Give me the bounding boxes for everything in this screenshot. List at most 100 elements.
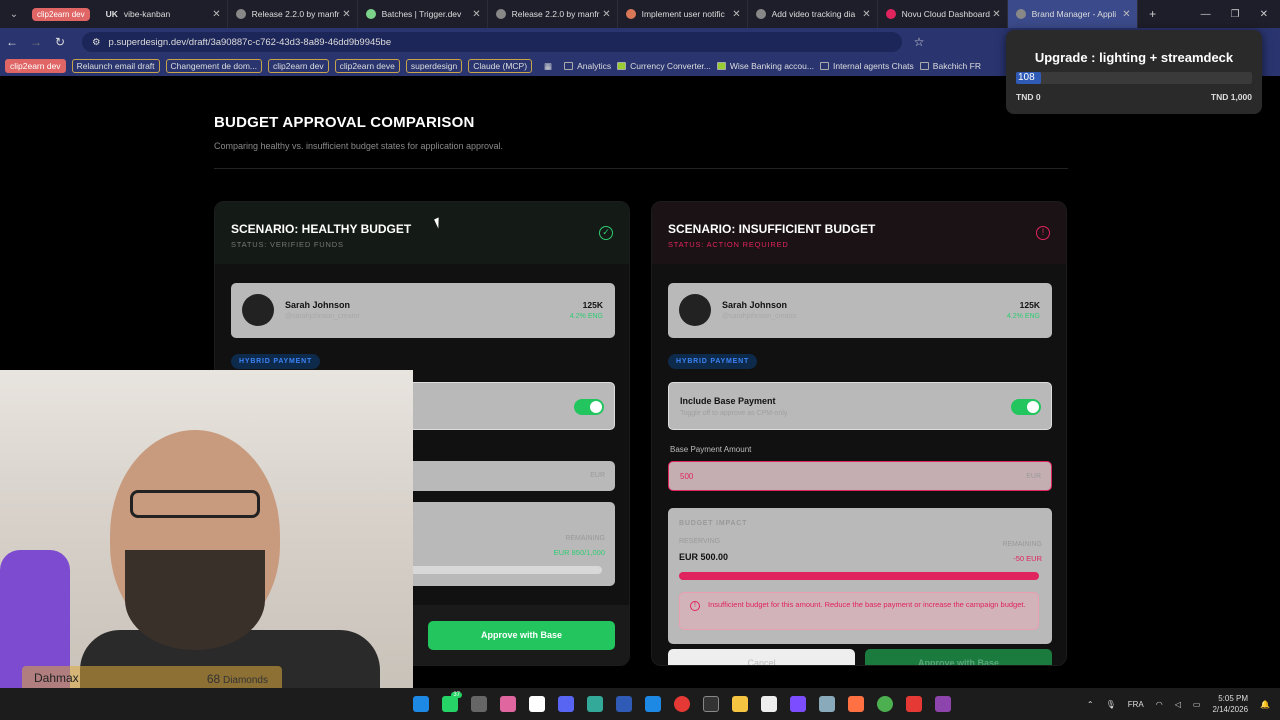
app-icon[interactable] [616,696,632,712]
tab-label: Brand Manager - Appli [1031,9,1117,19]
terminal-icon[interactable] [703,696,719,712]
close-icon[interactable]: ✕ [342,9,350,20]
bookmark-chip[interactable]: clip2earn dev [268,59,329,73]
maximize-icon[interactable]: ❐ [1231,9,1240,20]
approve-with-base-button[interactable]: Approve with Base [428,621,615,650]
clock[interactable]: 5:05 PM 2/14/2026 [1212,693,1248,715]
vscode-icon[interactable] [645,696,661,712]
approve-with-base-button[interactable]: Approve with Base [865,649,1052,665]
discord-icon[interactable] [558,696,574,712]
novu-icon [885,9,896,19]
progress-fill [679,572,1039,580]
app-icon[interactable] [819,696,835,712]
url-input[interactable]: ⚙ p.superdesign.dev/draft/3a90887c-c762-… [82,32,902,52]
bookmark-link[interactable]: Wise Banking accou... [716,61,814,71]
notion-icon[interactable] [529,696,545,712]
goal-max-label: TND 1,000 [1210,92,1252,102]
app-icon[interactable] [761,696,777,712]
folder-icon[interactable] [732,696,748,712]
close-icon[interactable]: ✕ [1122,9,1130,20]
app-icon[interactable] [848,696,864,712]
tab-batches-trigger[interactable]: Batches | Trigger.dev ✕ [358,0,488,28]
star-icon[interactable]: ☆ [907,35,931,49]
new-tab-icon[interactable]: + [1138,7,1168,21]
streamer-name: Dahmax [34,671,79,685]
language-indicator[interactable]: FRA [1128,700,1144,709]
app-icon[interactable] [500,696,516,712]
app-icon[interactable] [906,696,922,712]
bookmark-folder[interactable]: Bakchich FR [919,61,981,71]
close-icon[interactable]: ✕ [732,9,740,20]
close-icon[interactable]: ✕ [472,9,480,20]
back-icon[interactable]: ← [0,35,24,49]
alert-text: Insufficient budget for this amount. Red… [708,600,1026,609]
donation-goal-overlay: Upgrade : lighting + streamdeck 108 TND … [1006,30,1262,114]
card-status: STATUS: VERIFIED FUNDS [231,240,344,249]
chrome-icon[interactable] [877,696,893,712]
reload-icon[interactable]: ↻ [48,35,72,49]
close-icon[interactable]: ✕ [602,9,610,20]
claude-icon [625,9,636,19]
streamer-glasses [130,490,260,518]
wifi-icon[interactable]: ◠ [1156,700,1163,709]
chevron-up-icon[interactable]: ⌃ [1087,700,1094,709]
obsidian-icon[interactable] [790,696,806,712]
diamonds-count: 68 Diamonds [207,672,268,686]
tab-implement-notifications[interactable]: Implement user notific ✕ [618,0,748,28]
bookmark-chip[interactable]: superdesign [405,59,463,73]
tab-release-2[interactable]: Release 2.2.0 by manfr ✕ [488,0,618,28]
apps-grid-icon[interactable]: ▦ [544,61,552,72]
app-icon[interactable] [413,696,429,712]
bookmark-chip[interactable]: clip2earn dev [5,59,66,73]
engagement-rate: 4.2% ENG [1006,313,1040,320]
bookmark-chip[interactable]: Claude (MCP) [468,59,533,73]
card-header: SCENARIO: INSUFFICIENT BUDGET STATUS: AC… [652,202,1066,264]
insufficient-budget-card: SCENARIO: INSUFFICIENT BUDGET STATUS: AC… [651,201,1067,666]
app-icon[interactable] [471,696,487,712]
card-status: STATUS: ACTION REQUIRED [668,240,789,249]
tab-brand-manager[interactable]: Brand Manager - Appli ✕ [1007,0,1138,28]
card-title: SCENARIO: HEALTHY BUDGET [231,222,412,236]
close-icon[interactable]: ✕ [862,9,870,20]
reserving-value: EUR 500.00 [679,552,729,562]
notifications-icon[interactable]: 🔔 [1260,700,1270,709]
page-title: BUDGET APPROVAL COMPARISON [214,114,475,131]
close-icon[interactable]: ✕ [992,9,1000,20]
close-window-icon[interactable]: ✕ [1260,9,1268,20]
base-amount-input[interactable]: 500 EUR [668,461,1052,491]
tab-novu-dashboard[interactable]: Novu Cloud Dashboard ✕ [878,0,1008,28]
card-title: SCENARIO: INSUFFICIENT BUDGET [668,222,876,236]
site-info-icon[interactable]: ⚙ [92,37,101,48]
mic-icon[interactable]: 🎙 [1106,700,1116,709]
currency-label: EUR [1026,473,1041,480]
bookmark-folder[interactable]: Internal agents Chats [819,61,914,71]
chrome-icon[interactable] [674,696,690,712]
tab-search-icon[interactable]: ⌄ [0,9,28,20]
github-icon[interactable] [935,696,951,712]
bookmark-chip[interactable]: clip2earn deve [334,59,400,73]
tab-group-chip[interactable]: clip2earn dev [32,7,90,21]
include-base-toggle[interactable] [1011,399,1041,415]
close-icon[interactable]: ✕ [212,9,220,20]
forward-icon[interactable]: → [24,35,48,49]
minimize-icon[interactable]: — [1201,9,1211,20]
bookmark-link[interactable]: Currency Converter... [617,61,711,71]
tab-add-video-tracking[interactable]: Add video tracking dia ✕ [748,0,878,28]
app-icon[interactable] [587,696,603,712]
cancel-button[interactable]: Cancel [668,649,855,665]
trigger-icon [365,9,376,19]
tab-label: Implement user notific [641,9,725,19]
bookmark-label: Wise Banking accou... [729,61,814,71]
creator-card: Sarah Johnson @sarahjohnson_creator 125K… [231,283,615,338]
bookmark-chip[interactable]: Changement de dom... [165,59,263,73]
battery-icon[interactable]: ▭ [1193,700,1201,709]
bookmark-chip[interactable]: Relaunch email draft [71,59,160,73]
volume-icon[interactable]: ◁ [1175,700,1181,709]
whatsapp-icon[interactable]: 37 [442,692,462,712]
taskbar-apps: 37 [413,692,964,712]
tab-vibe-kanban[interactable]: UK vibe-kanban ✕ [98,0,228,28]
hybrid-payment-badge: HYBRID PAYMENT [668,354,758,369]
bookmark-folder[interactable]: Analytics [564,61,611,71]
tab-release-1[interactable]: Release 2.2.0 by manfr ✕ [228,0,358,28]
include-base-toggle[interactable] [574,399,604,415]
